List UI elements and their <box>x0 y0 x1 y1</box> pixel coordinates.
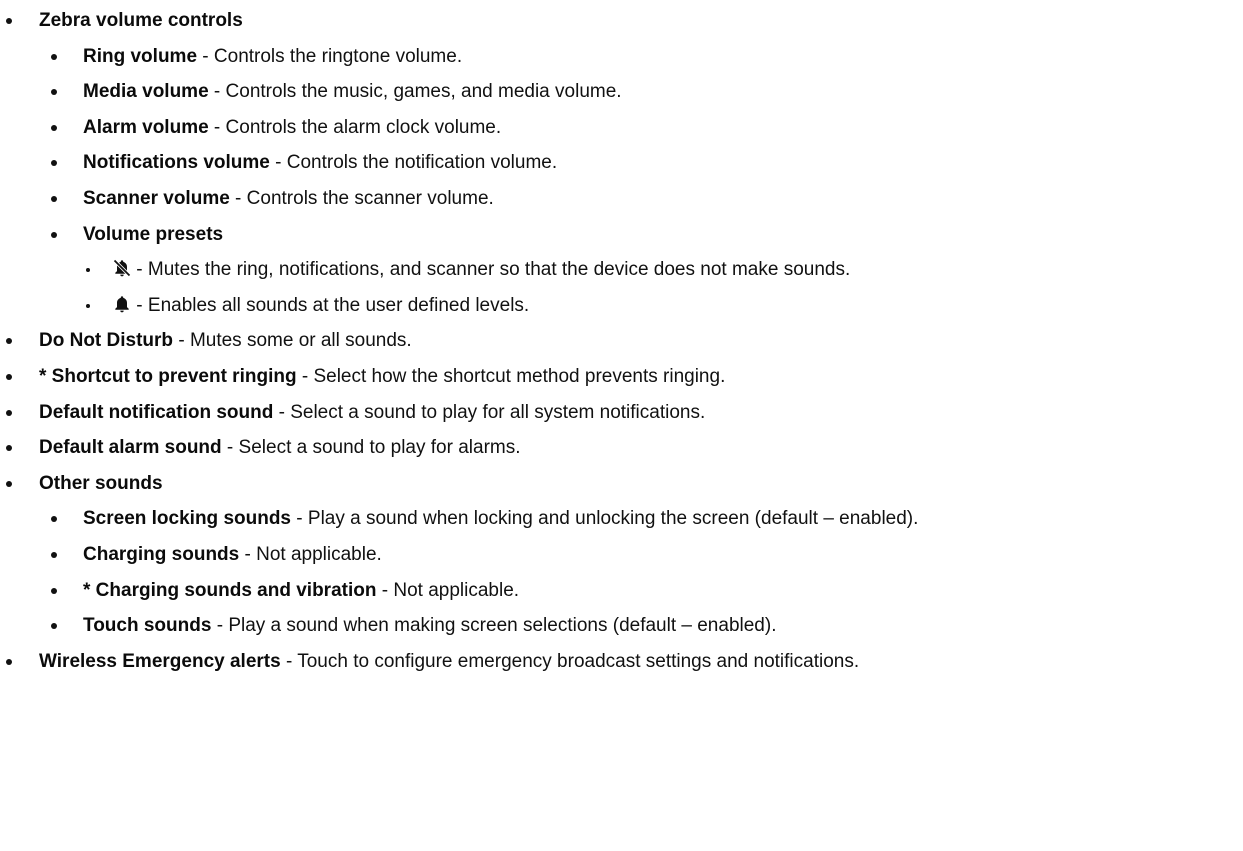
list-item: Touch sounds - Play a sound when making … <box>0 608 1243 644</box>
item-description: Controls the music, games, and media vol… <box>225 81 622 103</box>
list-item-zebra-volume-controls: Zebra volume controls <box>0 3 1243 39</box>
item-description: Not applicable. <box>256 543 382 565</box>
list-item: Scanner volume - Controls the scanner vo… <box>0 181 1243 217</box>
section-heading: Other sounds <box>39 472 163 494</box>
list-item: * Shortcut to prevent ringing - Select h… <box>0 359 1243 395</box>
item-term: Media volume <box>83 81 209 103</box>
bullet <box>51 74 57 110</box>
settings-list: Zebra volume controls Ring volume - Cont… <box>0 3 1243 679</box>
list-item: Charging sounds - Not applicable. <box>0 537 1243 573</box>
list-item: Alarm volume - Controls the alarm clock … <box>0 110 1243 146</box>
separator: - <box>296 365 314 387</box>
bell-off-icon <box>113 258 131 278</box>
separator: - <box>239 543 257 565</box>
item-description: Play a sound when locking and unlocking … <box>307 508 919 530</box>
document-body: Zebra volume controls Ring volume - Cont… <box>0 3 1243 679</box>
item-description: Controls the scanner volume. <box>246 187 494 209</box>
bullet <box>51 39 57 75</box>
item-term: Wireless Emergency alerts <box>39 650 281 672</box>
list-item-volume-presets: Volume presets <box>0 217 1243 253</box>
item-description: Play a sound when making screen selectio… <box>228 615 777 637</box>
item-description: Controls the notification volume. <box>286 152 558 174</box>
bullet <box>6 395 12 431</box>
bullet <box>51 608 57 644</box>
separator: - <box>208 116 226 138</box>
item-description: Touch to configure emergency broadcast s… <box>297 650 860 672</box>
bullet <box>86 252 92 288</box>
item-term: Default notification sound <box>39 401 274 423</box>
list-item: * Charging sounds and vibration - Not ap… <box>0 573 1243 609</box>
bullet <box>6 359 12 395</box>
item-term: Scanner volume <box>83 187 230 209</box>
section-heading: Zebra volume controls <box>39 10 243 31</box>
list-item: Wireless Emergency alerts - Touch to con… <box>0 644 1243 680</box>
bullet <box>51 145 57 181</box>
item-term: Notifications volume <box>83 152 270 174</box>
bullet <box>51 501 57 537</box>
bullet <box>51 217 57 253</box>
list-item: Default alarm sound - Select a sound to … <box>0 430 1243 466</box>
separator: - <box>173 330 190 352</box>
subsection-heading: Volume presets <box>83 223 224 245</box>
separator: - <box>229 187 247 209</box>
item-term: Ring volume <box>83 45 198 67</box>
bullet <box>51 537 57 573</box>
bullet <box>6 644 12 680</box>
item-term: Do Not Disturb <box>39 330 174 352</box>
separator: - <box>269 152 287 174</box>
item-description: Enables all sounds at the user defined l… <box>147 294 530 316</box>
list-item: Do Not Disturb - Mutes some or all sound… <box>0 323 1243 359</box>
list-item: Media volume - Controls the music, games… <box>0 74 1243 110</box>
item-description: Not applicable. <box>393 579 520 601</box>
separator: - <box>273 401 291 423</box>
separator: - <box>280 650 298 672</box>
item-description: Mutes the ring, notifications, and scann… <box>147 259 851 281</box>
separator: - <box>131 294 148 316</box>
item-term: * Shortcut to prevent ringing <box>39 365 297 387</box>
item-description: Controls the ringtone volume. <box>213 45 463 67</box>
separator: - <box>211 615 229 637</box>
item-description: Controls the alarm clock volume. <box>225 116 502 138</box>
bullet <box>51 110 57 146</box>
separator: - <box>291 508 308 530</box>
bullet <box>6 430 12 466</box>
bullet <box>86 288 92 324</box>
separator: - <box>208 81 226 103</box>
item-description: Select a sound to play for alarms. <box>238 437 521 459</box>
item-term: Touch sounds <box>83 615 212 637</box>
bullet <box>6 3 12 39</box>
item-description: Select a sound to play for all system no… <box>290 401 706 423</box>
separator: - <box>197 45 214 67</box>
item-description: Mutes some or all sounds. <box>189 330 412 352</box>
list-item-other-sounds: Other sounds <box>0 466 1243 502</box>
item-term: Alarm volume <box>83 116 209 138</box>
item-description: Select how the shortcut method prevents … <box>313 365 726 387</box>
bullet <box>51 181 57 217</box>
separator: - <box>376 579 394 601</box>
bullet <box>6 323 12 359</box>
list-item-preset-enable: - Enables all sounds at the user defined… <box>0 288 1243 324</box>
separator: - <box>131 259 148 281</box>
list-item-preset-mute: - Mutes the ring, notifications, and sca… <box>0 252 1243 288</box>
bullet <box>6 466 12 502</box>
list-item: Notifications volume - Controls the noti… <box>0 145 1243 181</box>
item-term: Screen locking sounds <box>83 508 291 530</box>
item-term: Default alarm sound <box>39 437 222 459</box>
bullet <box>51 573 57 609</box>
list-item: Screen locking sounds - Play a sound whe… <box>0 501 1243 537</box>
list-item: Default notification sound - Select a so… <box>0 395 1243 431</box>
separator: - <box>221 437 239 459</box>
bell-icon <box>113 294 131 314</box>
item-term: Charging sounds <box>83 543 240 565</box>
item-term: * Charging sounds and vibration <box>83 579 377 601</box>
list-item: Ring volume - Controls the ringtone volu… <box>0 39 1243 75</box>
